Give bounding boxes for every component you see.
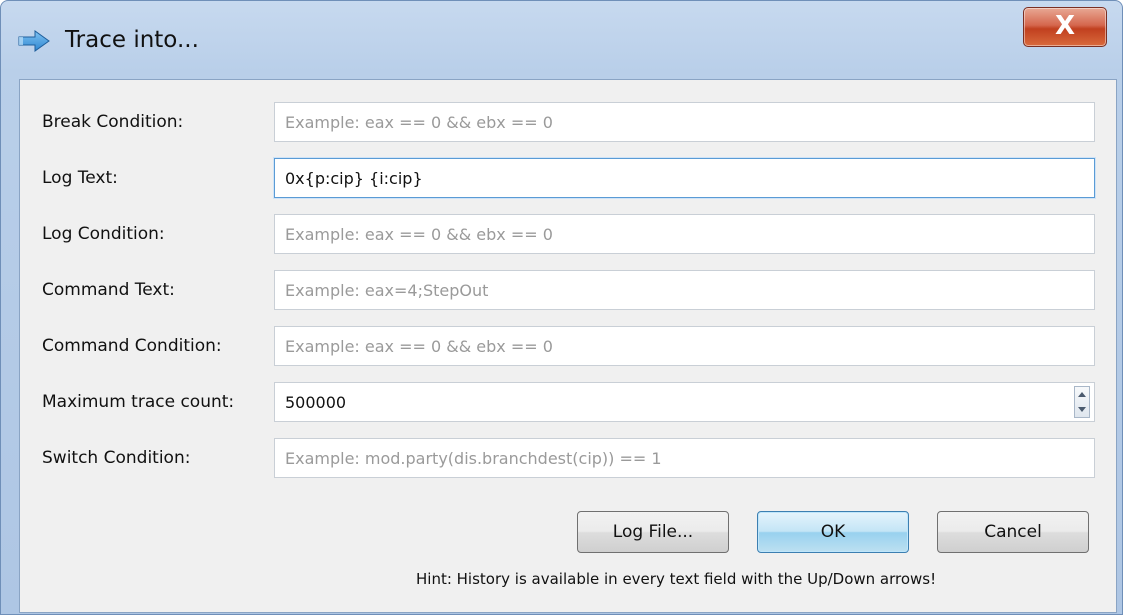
close-button[interactable]: X [1023, 7, 1107, 47]
log-condition-row: Log Condition: [20, 212, 1116, 256]
dialog-body: Break Condition: Log Text: Log Condition… [19, 79, 1117, 613]
trace-count-spinner [1074, 386, 1090, 418]
command-text-label: Command Text: [42, 280, 175, 300]
log-condition-label: Log Condition: [42, 224, 165, 244]
command-text-input[interactable] [274, 270, 1095, 310]
log-text-row: Log Text: [20, 156, 1116, 200]
spin-up-arrow-icon[interactable] [1075, 387, 1089, 402]
break-condition-input[interactable] [274, 102, 1095, 142]
log-text-label: Log Text: [42, 168, 118, 188]
command-condition-label: Command Condition: [42, 336, 222, 356]
log-file-button[interactable]: Log File... [577, 511, 729, 553]
spin-down-arrow-icon[interactable] [1075, 402, 1089, 417]
ok-button[interactable]: OK [757, 511, 909, 553]
title-bar: Trace into... X [1, 1, 1123, 73]
break-condition-row: Break Condition: [20, 100, 1116, 144]
window-title: Trace into... [65, 27, 199, 53]
switch-condition-row: Switch Condition: [20, 436, 1116, 480]
trace-arrow-icon [17, 29, 51, 53]
log-text-input[interactable] [274, 158, 1095, 198]
trace-into-dialog: Trace into... X Break Condition: Log Tex… [0, 0, 1123, 615]
history-hint: Hint: History is available in every text… [416, 570, 937, 588]
break-condition-label: Break Condition: [42, 112, 184, 132]
switch-condition-label: Switch Condition: [42, 448, 191, 468]
max-trace-count-row: Maximum trace count: [20, 380, 1116, 424]
command-text-row: Command Text: [20, 268, 1116, 312]
command-condition-input[interactable] [274, 326, 1095, 366]
max-trace-count-label: Maximum trace count: [42, 392, 235, 412]
switch-condition-input[interactable] [274, 438, 1095, 478]
log-condition-input[interactable] [274, 214, 1095, 254]
command-condition-row: Command Condition: [20, 324, 1116, 368]
cancel-button[interactable]: Cancel [937, 511, 1089, 553]
max-trace-count-spinbox[interactable] [274, 382, 1095, 422]
